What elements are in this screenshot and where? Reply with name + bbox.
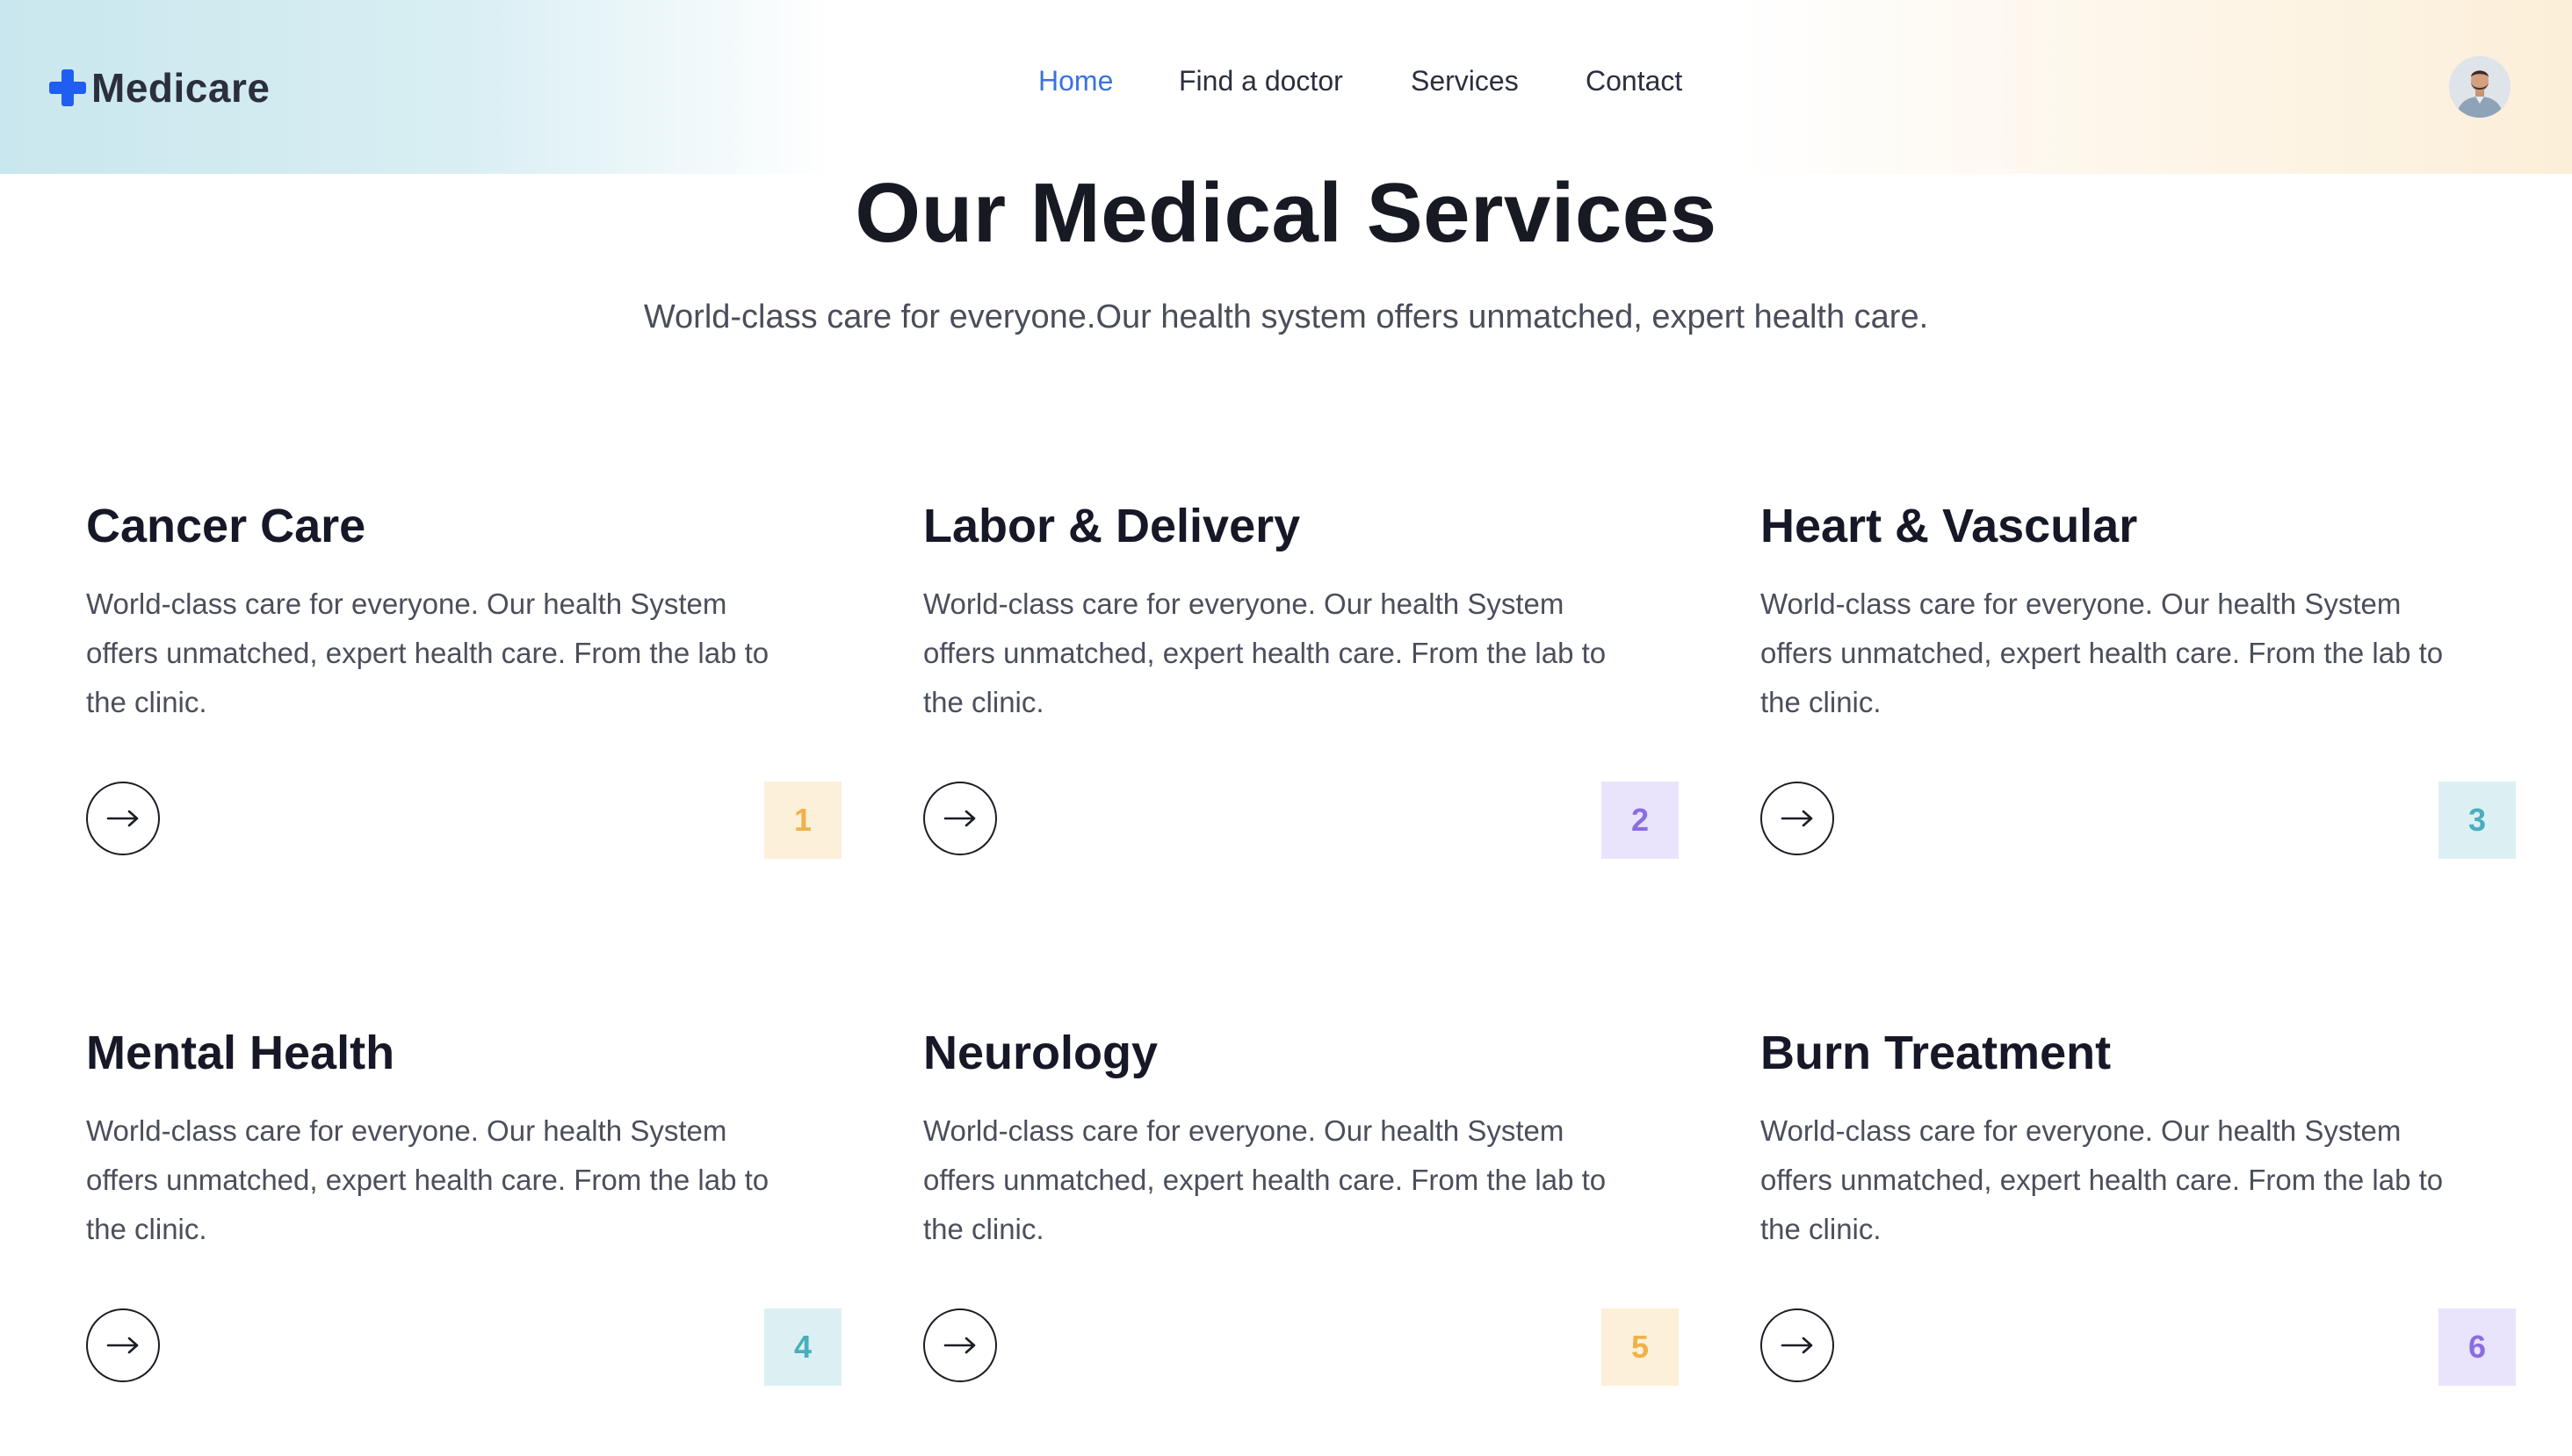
service-more-button[interactable]	[923, 782, 997, 855]
arrow-right-icon	[106, 810, 139, 827]
page-title: Our Medical Services	[855, 166, 1717, 260]
user-avatar[interactable]	[2449, 56, 2511, 118]
service-number-badge: 4	[764, 1308, 842, 1386]
service-description: World-class care for everyone. Our healt…	[923, 587, 1607, 718]
service-description: World-class care for everyone. Our healt…	[1760, 1114, 2444, 1245]
service-title: Heart & Vascular	[1760, 500, 2138, 552]
brand-logo[interactable]: Medicare	[49, 63, 270, 112]
service-more-button[interactable]	[86, 782, 160, 855]
service-number-badge: 6	[2438, 1308, 2516, 1386]
brand-name: Medicare	[91, 65, 271, 111]
service-more-button[interactable]	[86, 1308, 160, 1382]
nav-services[interactable]: Services	[1411, 65, 1519, 97]
service-card-mental-health: Mental Health World-class care for every…	[86, 1026, 842, 1412]
service-number-badge: 1	[764, 782, 842, 859]
nav-home[interactable]: Home	[1038, 65, 1113, 97]
service-card-burn-treatment: Burn Treatment World-class care for ever…	[1760, 1026, 2516, 1412]
service-number-badge: 3	[2438, 782, 2516, 859]
service-more-button[interactable]	[1760, 1308, 1834, 1382]
nav-contact[interactable]: Contact	[1586, 65, 1682, 97]
service-description: World-class care for everyone. Our healt…	[86, 1114, 769, 1245]
service-card-heart-vascular: Heart & Vascular World-class care for ev…	[1760, 499, 2516, 885]
service-number-badge: 5	[1601, 1308, 1679, 1386]
service-more-button[interactable]	[923, 1308, 997, 1382]
service-more-button[interactable]	[1760, 782, 1834, 855]
service-card-labor-delivery: Labor & Delivery World-class care for ev…	[923, 499, 1679, 885]
medical-cross-icon	[49, 69, 86, 106]
arrow-right-icon	[1781, 810, 1813, 827]
service-description: World-class care for everyone. Our healt…	[1760, 587, 2444, 718]
service-title: Burn Treatment	[1760, 1027, 2112, 1079]
service-card-neurology: Neurology World-class care for everyone.…	[923, 1026, 1679, 1412]
page-subtitle: World-class care for everyone.Our health…	[643, 299, 1929, 335]
arrow-right-icon	[1781, 1337, 1813, 1354]
service-title: Cancer Care	[86, 500, 366, 552]
service-card-cancer-care: Cancer Care World-class care for everyon…	[86, 499, 842, 885]
user-avatar-icon	[2449, 56, 2511, 118]
service-title: Neurology	[923, 1027, 1159, 1079]
service-number-badge: 2	[1601, 782, 1679, 859]
arrow-right-icon	[943, 1337, 976, 1354]
site-header: Medicare Home Find a doctor Services Con…	[0, 0, 2572, 174]
service-title: Labor & Delivery	[923, 500, 1301, 552]
arrow-right-icon	[943, 810, 976, 827]
service-description: World-class care for everyone. Our healt…	[86, 587, 769, 718]
service-title: Mental Health	[86, 1027, 395, 1079]
nav-find-a-doctor[interactable]: Find a doctor	[1179, 65, 1343, 97]
arrow-right-icon	[106, 1337, 139, 1354]
service-description: World-class care for everyone. Our healt…	[923, 1114, 1607, 1245]
